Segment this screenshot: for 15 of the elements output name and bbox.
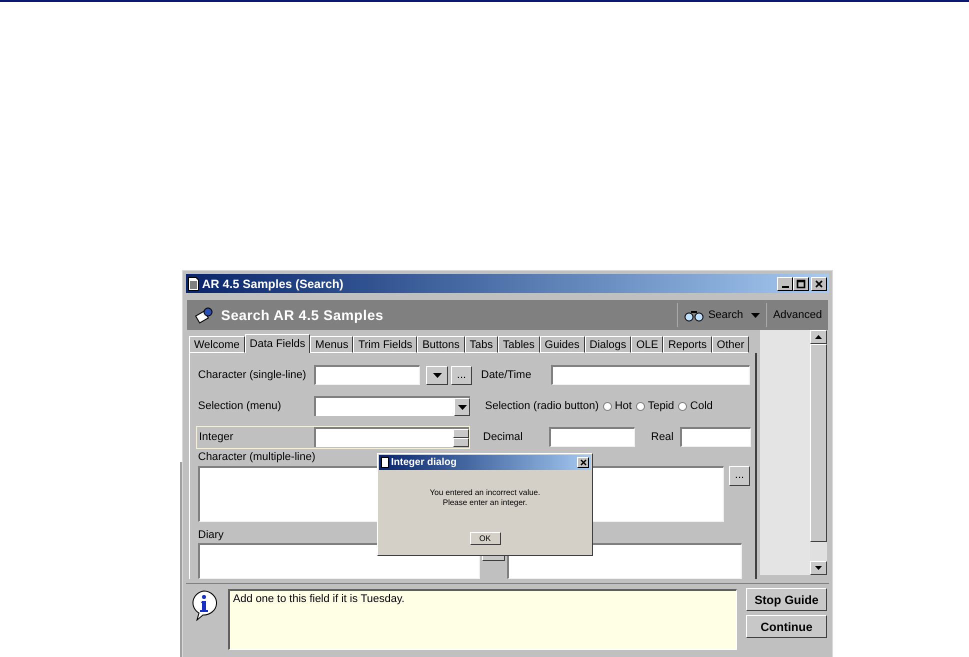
field-label: Selection (radio button): [485, 398, 599, 414]
field-label: Diary: [198, 528, 224, 542]
field-label: Selection (menu): [198, 398, 282, 414]
window-title: AR 4.5 Samples (Search): [202, 276, 344, 292]
header-title: Search AR 4.5 Samples: [221, 306, 384, 325]
dialog-message: You entered an incorrect value.: [430, 488, 540, 498]
field-label: Date/Time: [481, 368, 532, 383]
field-label: Character (multiple-line): [198, 450, 316, 465]
dialog-message: Please enter an integer.: [442, 498, 528, 508]
field-label: Integer: [199, 430, 234, 445]
dialog-title: Integer dialog: [391, 456, 457, 470]
field-label: Real: [651, 430, 674, 445]
field-label: Character (single-line): [198, 368, 308, 383]
guide-message: Add one to this field if it is Tuesday.: [233, 593, 405, 605]
field-label: Decimal: [483, 430, 524, 445]
